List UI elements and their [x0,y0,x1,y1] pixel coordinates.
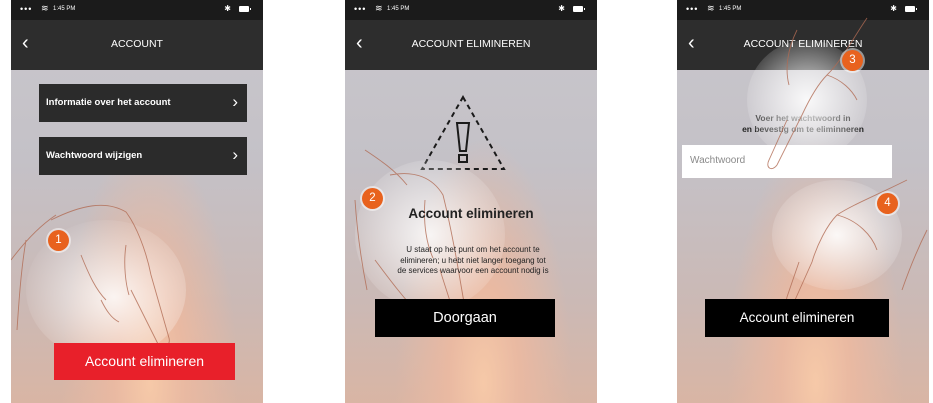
description-line: elimineren; u hebt niet langer toegang t… [400,255,546,265]
description-line: de services waarvoor een account nodig i… [397,266,549,275]
delete-account-confirm-button[interactable]: Account elimineren [705,299,889,337]
phone-screen-password: ••• ≋ 1:45 PM ✱ ‹ ACCOUNT ELIMINEREN Voe… [677,0,929,403]
phone-screen-account: ••• ≋ 1:45 PM ✱ ‹ ACCOUNT Informatie ove… [11,0,263,403]
phone-screen-delete-confirm: ••• ≋ 1:45 PM ✱ ‹ ACCOUNT ELIMINEREN 2 A… [345,0,597,403]
continue-button[interactable]: Doorgaan [375,299,555,337]
description-line: U staat op het punt om het account te [406,245,540,254]
confirm-description: U staat op het punt om het account te el… [375,245,571,277]
step-badge: 1 [48,230,69,251]
step-badge: 3 [842,50,863,71]
step-badge: 4 [877,193,898,214]
confirm-heading: Account elimineren [408,206,534,221]
hand-gesture-icon [354,149,505,328]
delete-account-button[interactable]: Account elimineren [54,343,235,380]
